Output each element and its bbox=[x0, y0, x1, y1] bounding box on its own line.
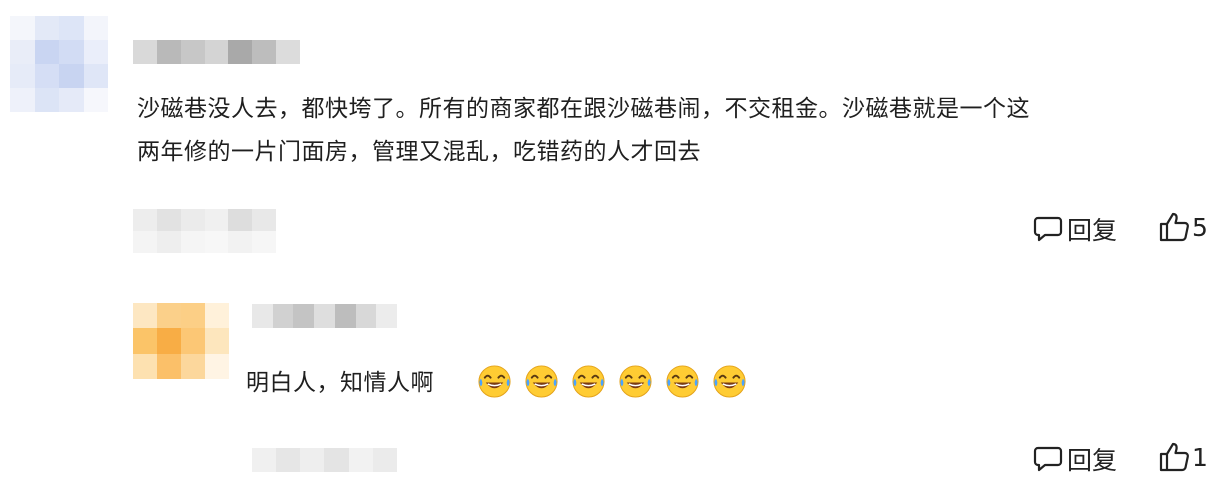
comment-meta-blurred bbox=[252, 448, 397, 472]
emoji-row bbox=[477, 364, 747, 399]
laugh-cry-emoji bbox=[712, 364, 747, 399]
username-blurred[interactable] bbox=[252, 304, 397, 328]
like-count: 5 bbox=[1192, 212, 1208, 242]
like-count: 1 bbox=[1192, 442, 1208, 472]
reply-label: 回复 bbox=[1067, 216, 1118, 245]
thumbs-up-icon bbox=[1158, 441, 1190, 473]
comment-text-line-1: 沙磁巷没人去，都快垮了。所有的商家都在跟沙磁巷闹，不交租金。沙磁巷就是一个这 bbox=[137, 96, 1030, 122]
username-blurred[interactable] bbox=[133, 40, 300, 64]
avatar[interactable] bbox=[133, 303, 229, 379]
comment-bubble-icon bbox=[1033, 444, 1063, 474]
comment-text-line-2: 两年修的一片门面房，管理又混乱，吃错药的人才回去 bbox=[137, 139, 701, 165]
laugh-cry-emoji bbox=[524, 364, 559, 399]
comment-meta-blurred bbox=[133, 209, 276, 253]
laugh-cry-emoji bbox=[477, 364, 512, 399]
reply-label: 回复 bbox=[1067, 446, 1118, 475]
laugh-cry-emoji bbox=[571, 364, 606, 399]
reply-button[interactable]: 回复 bbox=[1033, 211, 1117, 247]
comment-bubble-icon bbox=[1033, 214, 1063, 244]
like-button[interactable]: 1 bbox=[1158, 441, 1208, 473]
avatar[interactable] bbox=[10, 16, 108, 112]
reply-button[interactable]: 回复 bbox=[1033, 441, 1117, 477]
laugh-cry-emoji bbox=[665, 364, 700, 399]
reply-text: 明白人，知情人啊 bbox=[246, 370, 434, 396]
like-button[interactable]: 5 bbox=[1158, 211, 1208, 243]
laugh-cry-emoji bbox=[618, 364, 653, 399]
thumbs-up-icon bbox=[1158, 211, 1190, 243]
